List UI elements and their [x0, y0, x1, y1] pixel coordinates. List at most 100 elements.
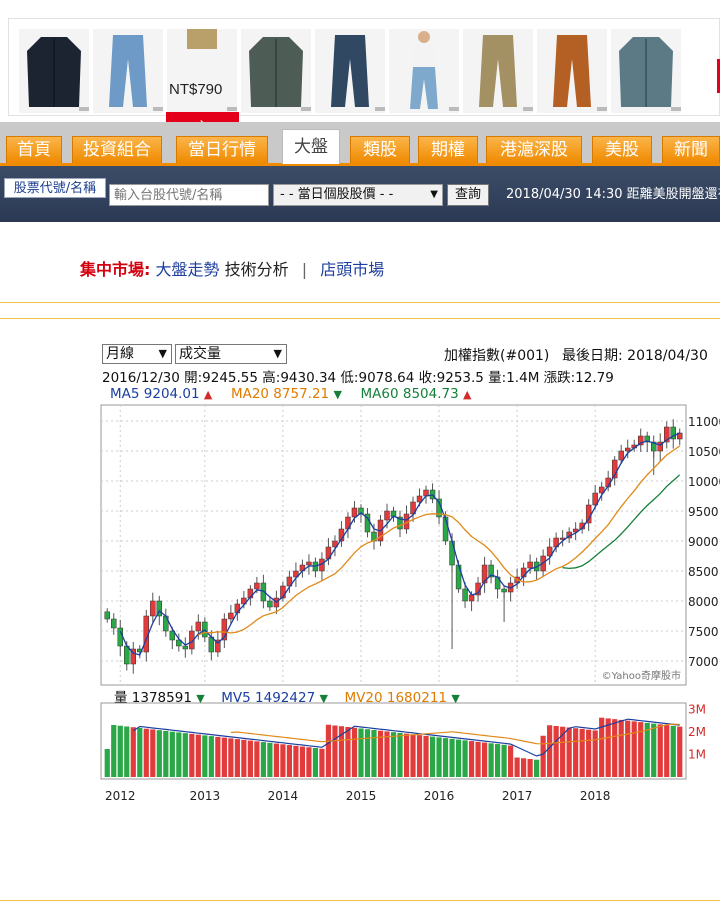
ad-item-brown-shorts[interactable] [537, 29, 607, 113]
volume-bar[interactable] [547, 725, 553, 777]
volume-bar[interactable] [299, 746, 306, 777]
volume-bar[interactable] [638, 722, 644, 777]
volume-bar[interactable] [416, 735, 423, 777]
ad-item-teal-parka[interactable] [611, 29, 681, 113]
search-button[interactable]: 查詢 [447, 184, 489, 206]
volume-bar[interactable] [293, 745, 299, 777]
volume-bar[interactable] [156, 730, 162, 777]
volume-bar[interactable] [397, 732, 403, 777]
volume-bar[interactable] [221, 737, 227, 777]
volume-bar[interactable] [481, 742, 488, 777]
volume-bar[interactable] [254, 741, 260, 777]
volume-bar[interactable] [215, 736, 221, 777]
volume-bar[interactable] [488, 743, 494, 777]
volume-bar[interactable] [312, 748, 319, 777]
volume-bar[interactable] [358, 728, 364, 777]
tab-home[interactable]: 首頁 [6, 136, 62, 163]
price-chart[interactable]: 7000 7500 8000 8500 9000 9500 10000 10500 11000 ©… [100, 404, 720, 688]
volume-bar[interactable] [332, 725, 338, 777]
volume-bar[interactable] [521, 758, 527, 777]
volume-bar[interactable] [423, 735, 429, 777]
volume-bar[interactable] [384, 731, 390, 777]
volume-bar[interactable] [104, 749, 110, 777]
volume-bar[interactable] [176, 732, 182, 777]
tab-options[interactable]: 期權 [418, 136, 478, 163]
volume-bar[interactable] [670, 725, 676, 777]
volume-bar[interactable] [241, 739, 247, 777]
volume-bar[interactable] [273, 743, 280, 777]
volume-bar[interactable] [234, 739, 240, 777]
tab-daily[interactable]: 當日行情 [176, 136, 268, 163]
volume-bar[interactable] [507, 745, 514, 777]
volume-bar[interactable] [579, 728, 585, 777]
tab-us[interactable]: 美股 [592, 136, 652, 163]
volume-bar[interactable] [390, 732, 397, 777]
ad-item-green-jacket[interactable] [241, 29, 311, 113]
volume-bar[interactable] [449, 738, 455, 777]
volume-bar[interactable] [202, 735, 208, 777]
link-otc-market[interactable]: 店頭市場 [320, 260, 384, 279]
tab-market[interactable]: 大盤 [282, 129, 340, 164]
volume-bar[interactable] [631, 721, 637, 777]
volume-bar[interactable] [137, 727, 143, 777]
volume-bar[interactable] [677, 726, 683, 777]
volume-bar[interactable] [644, 722, 650, 777]
volume-bar[interactable] [345, 726, 351, 777]
volume-bar[interactable] [651, 723, 657, 777]
ad-item-khaki-pants[interactable] [167, 29, 237, 113]
volume-bar[interactable] [586, 729, 592, 777]
ad-item-man-denim[interactable] [389, 29, 459, 113]
volume-bar[interactable] [442, 738, 449, 777]
volume-bar[interactable] [260, 742, 266, 777]
volume-bar[interactable] [364, 729, 371, 777]
volume-bar[interactable] [455, 739, 462, 777]
ad-item-dark-jeans[interactable] [315, 29, 385, 113]
volume-bar[interactable] [514, 757, 520, 777]
volume-bar[interactable] [117, 725, 123, 777]
ad-item-dark-jacket[interactable] [19, 29, 89, 113]
volume-bar[interactable] [351, 727, 358, 777]
volume-bar[interactable] [267, 742, 273, 777]
volume-bar[interactable] [468, 741, 475, 777]
volume-bar[interactable] [605, 718, 611, 777]
volume-bar[interactable] [436, 737, 442, 777]
search-type-label[interactable]: 股票代號/名稱 [4, 178, 106, 198]
quote-type-select[interactable]: - - 當日個股股價 - - ▼ [273, 184, 443, 206]
link-market-trend[interactable]: 大盤走勢 [156, 260, 220, 279]
volume-bar[interactable] [494, 744, 501, 777]
ad-banner[interactable]: NT$790 › [8, 18, 720, 134]
volume-bar[interactable] [163, 730, 169, 777]
volume-bar[interactable] [527, 759, 533, 777]
volume-bar[interactable] [247, 740, 253, 777]
volume-bar[interactable] [540, 735, 546, 777]
volume-bar[interactable] [143, 728, 149, 777]
volume-bar[interactable] [124, 726, 130, 777]
volume-bar[interactable] [553, 725, 559, 777]
tab-news[interactable]: 新聞 [662, 136, 720, 163]
volume-bar[interactable] [325, 724, 332, 777]
volume-bar[interactable] [150, 729, 156, 777]
volume-bar[interactable] [462, 740, 468, 777]
volume-chart[interactable]: 1M 2M 3M 2012 2013 2014 2015 2016 2017 2018 [100, 702, 720, 806]
indicator-select[interactable]: 成交量 ▼ [175, 344, 287, 364]
volume-bar[interactable] [410, 734, 416, 777]
volume-bar[interactable] [306, 747, 312, 777]
volume-bar[interactable] [501, 744, 507, 777]
volume-bar[interactable] [319, 748, 325, 777]
volume-bar[interactable] [189, 733, 195, 777]
volume-bar[interactable] [657, 724, 663, 777]
volume-bar[interactable] [286, 745, 293, 777]
volume-bar[interactable] [228, 738, 234, 777]
ad-item-light-jeans[interactable] [93, 29, 163, 113]
volume-bar[interactable] [625, 720, 631, 777]
volume-bar[interactable] [592, 730, 598, 777]
volume-bar[interactable] [195, 734, 201, 777]
ad-item-beige-pants[interactable] [463, 29, 533, 113]
volume-bar[interactable] [280, 744, 286, 777]
volume-bar[interactable] [403, 733, 410, 777]
volume-bar[interactable] [429, 736, 436, 777]
volume-bar[interactable] [573, 728, 579, 777]
period-select[interactable]: 月線 ▼ [102, 344, 172, 364]
volume-bar[interactable] [130, 727, 136, 777]
search-input[interactable] [109, 184, 269, 206]
